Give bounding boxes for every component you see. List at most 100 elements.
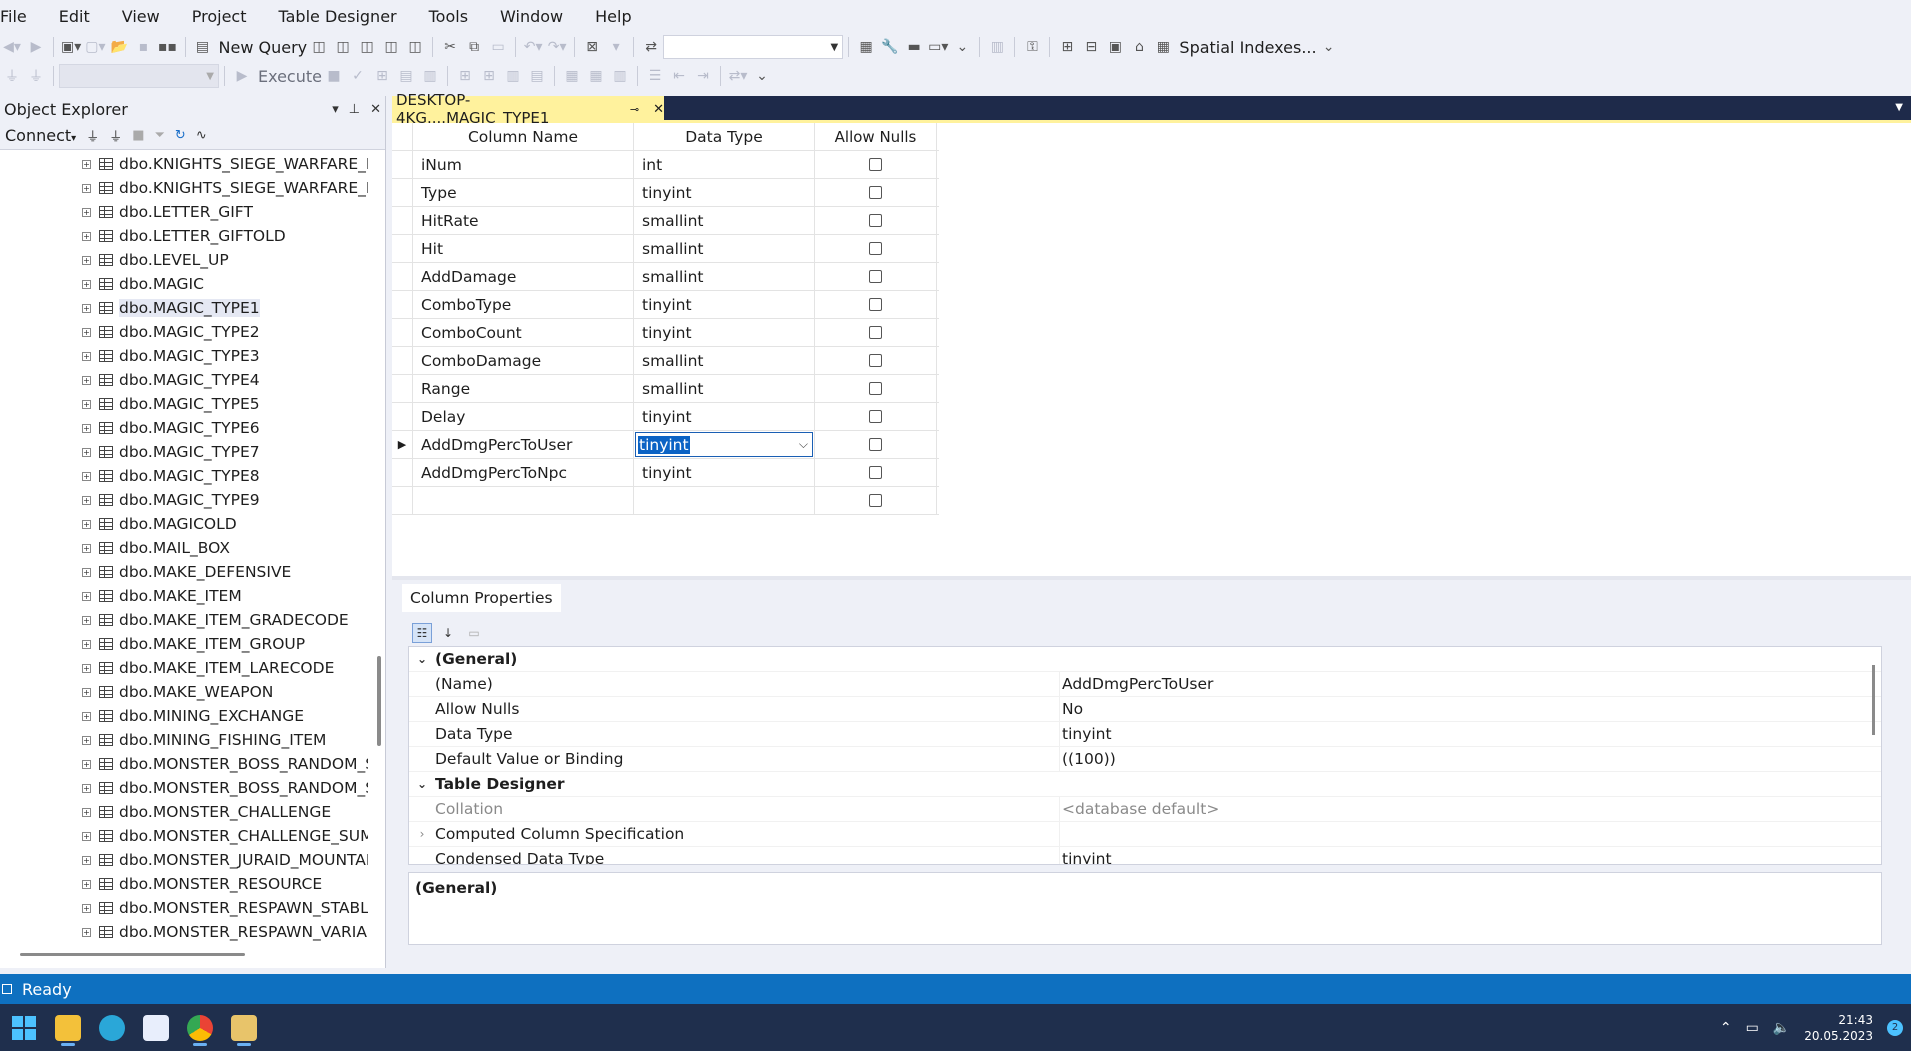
tree-item[interactable]: + dbo.MAGIC_TYPE8 (0, 464, 368, 488)
refresh-icon[interactable]: ↻ (175, 128, 186, 143)
tree-item[interactable]: + dbo.MAGIC_TYPE2 (0, 320, 368, 344)
volume-icon[interactable]: 🔈 (1773, 1020, 1790, 1036)
expand-icon[interactable]: + (82, 831, 91, 841)
menu-item-window[interactable]: Window (500, 7, 573, 26)
expand-icon[interactable]: + (82, 207, 91, 217)
query-dax-icon[interactable]: ◫ (405, 35, 425, 59)
expand-icon[interactable]: + (82, 855, 91, 865)
tree-item[interactable]: + dbo.MINING_FISHING_ITEM (0, 728, 368, 752)
tree-item[interactable]: + dbo.MONSTER_JURAID_MOUNTAIN (0, 848, 368, 872)
row-selector[interactable] (392, 263, 413, 290)
allow-nulls-checkbox[interactable] (869, 326, 882, 339)
specify-values-icon[interactable]: ⇄▾ (728, 64, 748, 88)
tree-item[interactable]: + dbo.MAGIC_TYPE7 (0, 440, 368, 464)
solution-configuration-combo[interactable]: ▼ (663, 35, 844, 59)
pin-icon[interactable]: ⊥ (349, 102, 360, 117)
dropdown-icon[interactable]: ▾ (606, 35, 626, 59)
column-name-cell[interactable]: AddDmgPercToUser (413, 431, 634, 458)
row-selector[interactable] (392, 403, 413, 430)
query-options-icon[interactable]: ▤ (396, 64, 416, 88)
window-position-icon[interactable]: ▾ (332, 102, 339, 117)
tree-item[interactable]: + dbo.MONSTER_BOSS_RANDOM_ST (0, 776, 368, 800)
toolbox-icon[interactable]: ▬ (904, 35, 924, 59)
expand-icon[interactable]: + (82, 687, 91, 697)
expand-icon[interactable]: › (420, 827, 425, 841)
property-value[interactable]: <database default> (1059, 797, 1881, 821)
collapse-icon[interactable]: ⌄ (417, 777, 427, 791)
expand-icon[interactable]: + (82, 183, 91, 193)
data-type-cell[interactable]: tinyint (634, 319, 815, 346)
connect-icon[interactable]: ⏚ (2, 64, 22, 88)
new-query-icon[interactable]: ▤ (193, 35, 213, 59)
expand-icon[interactable]: + (82, 735, 91, 745)
tree-item[interactable]: + dbo.MAGIC_TYPE4 (0, 368, 368, 392)
allow-nulls-checkbox[interactable] (869, 438, 882, 451)
column-name-cell[interactable]: AddDmgPercToNpc (413, 459, 634, 486)
property-row[interactable]: Allow Nulls No (409, 697, 1881, 722)
allow-nulls-checkbox[interactable] (869, 242, 882, 255)
tree-item[interactable]: + dbo.LEVEL_UP (0, 248, 368, 272)
tree-item[interactable]: + dbo.MAIL_BOX (0, 536, 368, 560)
tree-item[interactable]: + dbo.MONSTER_RESPAWN_STABLE_ (0, 896, 368, 920)
tree-item[interactable]: + dbo.KNIGHTS_SIEGE_WARFARE_RE (0, 176, 368, 200)
horizontal-scrollbar[interactable] (20, 953, 245, 956)
query-xmla-icon[interactable]: ◫ (357, 35, 377, 59)
tree-item[interactable]: + dbo.MAGIC (0, 272, 368, 296)
tree-item[interactable]: + dbo.MONSTER_CHALLENGE (0, 800, 368, 824)
tree-item[interactable]: + dbo.MAKE_ITEM_LARECODE (0, 656, 368, 680)
expand-icon[interactable]: + (82, 279, 91, 289)
edge-taskbar[interactable] (90, 1008, 134, 1048)
stop-icon[interactable]: ■ (132, 128, 144, 143)
data-type-combo[interactable]: tinyint ⌵ (635, 432, 813, 457)
xml-indexes-icon[interactable]: ⌂ (1129, 35, 1149, 59)
property-value[interactable]: No (1059, 697, 1881, 721)
property-row[interactable]: Collation <database default> (409, 797, 1881, 822)
live-stats-icon[interactable]: ⊞ (479, 64, 499, 88)
data-type-cell[interactable]: smallint (634, 347, 815, 374)
relationships-icon[interactable]: ⊞ (1057, 35, 1077, 59)
fulltext-index-icon[interactable]: ▣ (1105, 35, 1125, 59)
property-category[interactable]: ⌄ (General) (409, 647, 1881, 672)
expand-icon[interactable]: + (82, 375, 91, 385)
column-name-cell[interactable]: ComboDamage (413, 347, 634, 374)
property-grid-scrollbar[interactable] (1872, 665, 1875, 735)
collapse-icon[interactable]: ⌄ (417, 652, 427, 666)
menu-item-edit[interactable]: Edit (59, 7, 100, 26)
property-row[interactable]: Data Type tinyint (409, 722, 1881, 747)
tree-item[interactable]: + dbo.MONSTER_BOSS_RANDOM_SP (0, 752, 368, 776)
expand-icon[interactable]: + (82, 255, 91, 265)
allow-nulls-checkbox[interactable] (869, 466, 882, 479)
data-type-cell[interactable]: smallint (634, 263, 815, 290)
chevron-up-icon[interactable]: ⌃ (1720, 1020, 1732, 1036)
filter-icon[interactable]: ⏷ (155, 128, 165, 143)
data-type-cell[interactable]: smallint (634, 375, 815, 402)
column-name-cell[interactable] (413, 487, 634, 514)
expand-icon[interactable]: + (82, 495, 91, 505)
menu-item-help[interactable]: Help (595, 7, 641, 26)
chevron-down-icon[interactable]: ⌵ (799, 437, 808, 452)
menu-item-view[interactable]: View (122, 7, 170, 26)
save-icon[interactable]: ▪ (134, 35, 154, 59)
grid-row[interactable]: AddDmgPercToNpc tinyint (392, 459, 939, 487)
toolbar-options-icon[interactable]: ⌄ (952, 35, 972, 59)
expand-icon[interactable]: + (82, 519, 91, 529)
allow-nulls-checkbox[interactable] (869, 186, 882, 199)
grid-row[interactable] (392, 487, 939, 515)
expand-icon[interactable]: + (82, 543, 91, 553)
row-selector[interactable] (392, 235, 413, 262)
include-plan-icon[interactable]: ⊞ (455, 64, 475, 88)
tree-item[interactable]: + dbo.MAGICOLD (0, 512, 368, 536)
expand-icon[interactable]: + (82, 807, 91, 817)
property-value[interactable]: AddDmgPercToUser (1059, 672, 1881, 696)
intellisense-icon[interactable]: ▥ (420, 64, 440, 88)
grid-row[interactable]: ComboType tinyint (392, 291, 939, 319)
expand-icon[interactable]: + (82, 423, 91, 433)
start-button[interactable] (2, 1008, 46, 1048)
row-selector[interactable] (392, 207, 413, 234)
expand-icon[interactable]: + (82, 327, 91, 337)
column-name-cell[interactable]: iNum (413, 151, 634, 178)
tree-item[interactable]: + dbo.MINING_EXCHANGE (0, 704, 368, 728)
data-type-cell[interactable]: int (634, 151, 815, 178)
store-taskbar[interactable] (134, 1008, 178, 1048)
chrome-taskbar[interactable] (178, 1008, 222, 1048)
